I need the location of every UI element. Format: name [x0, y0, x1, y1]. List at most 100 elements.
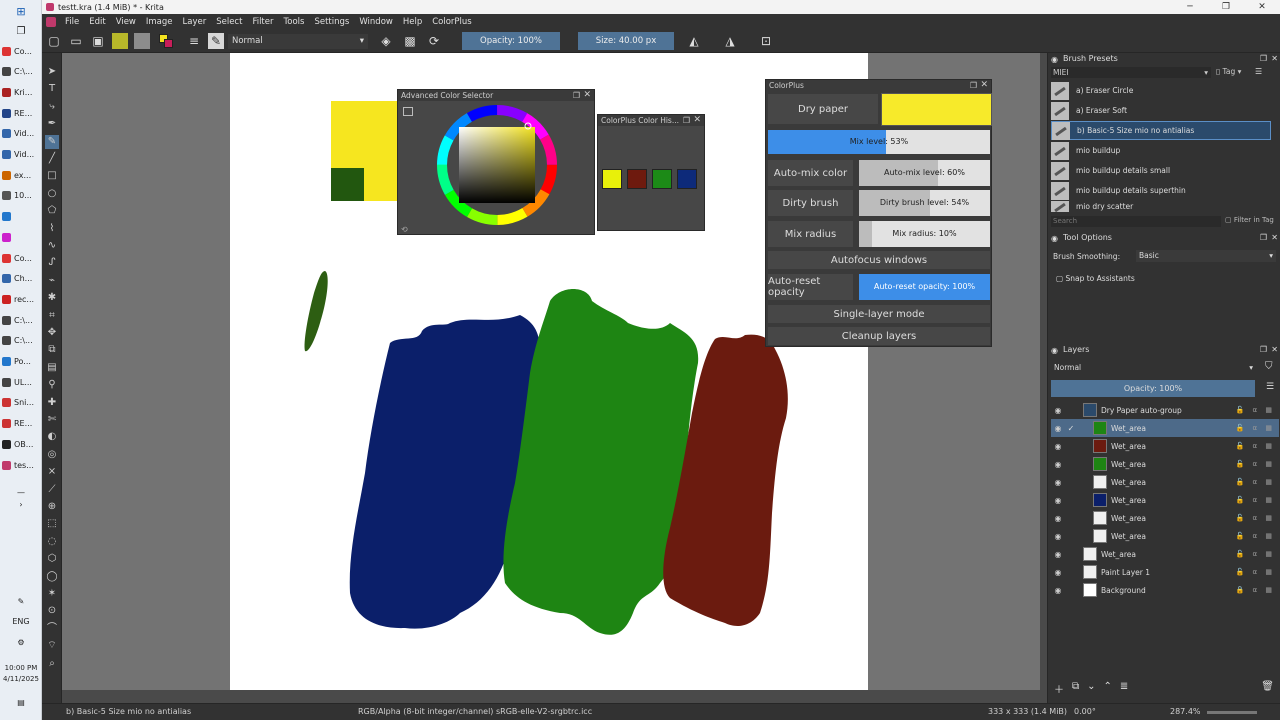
dock-grip-icon[interactable]: ◉: [1051, 233, 1058, 245]
selector-settings-icon[interactable]: [403, 107, 413, 116]
menu-tools[interactable]: Tools: [279, 17, 310, 27]
menu-image[interactable]: Image: [141, 17, 178, 27]
freehand-select-icon[interactable]: ◯: [45, 570, 59, 584]
close-icon[interactable]: ✕: [693, 115, 701, 126]
add-layer-icon[interactable]: ＋: [1054, 681, 1064, 696]
restore-button[interactable]: ❐: [1208, 0, 1244, 14]
taskbar-app-item[interactable]: Co...: [2, 42, 40, 60]
reload-preset-icon[interactable]: ⟳: [426, 33, 442, 49]
taskbar-app-item[interactable]: C:\...: [2, 332, 40, 350]
auto-reset-opacity-slider[interactable]: Auto-reset opacity: 100%: [859, 274, 990, 300]
layer-row[interactable]: ◉ Wet_area 🔓 α ▦: [1051, 491, 1279, 509]
notifications-icon[interactable]: ▤: [2, 693, 40, 711]
close-icon[interactable]: ✕: [1271, 53, 1278, 65]
float-icon[interactable]: ❐: [1260, 344, 1267, 356]
reference-images-icon[interactable]: ⊕: [45, 500, 59, 514]
bezier-select-icon[interactable]: ⌒: [45, 622, 59, 636]
filter-in-tag-checkbox[interactable]: ▢ Filter in Tag: [1225, 216, 1274, 224]
status-color-space[interactable]: RGB/Alpha (8-bit integer/channel) sRGB-e…: [358, 707, 592, 716]
save-icon[interactable]: ▣: [90, 33, 106, 49]
ellipse-tool-icon[interactable]: ○: [45, 187, 59, 201]
polygon-tool-icon[interactable]: ⬠: [45, 204, 59, 218]
dock-grip-icon[interactable]: ◉: [1051, 54, 1058, 66]
layer-row[interactable]: ◉ Background 🔒 α ▦: [1051, 581, 1279, 599]
multibrush-icon[interactable]: ✱: [45, 291, 59, 305]
brush-preset-icon[interactable]: ✎: [208, 33, 224, 49]
gradient-tool-icon[interactable]: ▤: [45, 361, 59, 375]
ellipse-select-icon[interactable]: ◌: [45, 535, 59, 549]
view-mode-icon[interactable]: ☰: [1255, 67, 1262, 76]
visibility-eye-icon[interactable]: ◉: [1051, 568, 1065, 577]
taskbar-app-item[interactable]: Po...: [2, 353, 40, 371]
taskbar-app-item[interactable]: 10...: [2, 187, 40, 205]
eraser-icon[interactable]: ◈: [378, 33, 394, 49]
rectangle-tool-icon[interactable]: □: [45, 169, 59, 183]
layer-row[interactable]: ◉ Wet_area 🔓 α ▦: [1051, 437, 1279, 455]
brush-preset-item[interactable]: a) Eraser Circle: [1051, 81, 1271, 100]
clock-date[interactable]: 4/11/2025: [2, 670, 40, 688]
auto-mix-color-button[interactable]: Auto-mix color: [768, 160, 853, 186]
layer-property-icons[interactable]: 🔓 α ▦: [1236, 568, 1275, 576]
wrap-around-icon[interactable]: ⊡: [758, 33, 774, 49]
freehand-path-icon[interactable]: ᔑ: [45, 256, 59, 270]
menu-filter[interactable]: Filter: [247, 17, 278, 27]
mix-radius-slider[interactable]: Mix radius: 10%: [859, 221, 990, 247]
layer-properties-icon[interactable]: ≣: [1120, 681, 1128, 695]
preserve-alpha-icon[interactable]: ▩: [402, 33, 418, 49]
layer-property-icons[interactable]: 🔓 α ▦: [1236, 532, 1275, 540]
layer-property-icons[interactable]: 🔒 α ▦: [1236, 586, 1275, 594]
mix-level-slider[interactable]: Mix level: 53%: [768, 130, 990, 154]
float-restore-icon[interactable]: ❐: [573, 90, 580, 101]
status-rotation[interactable]: 0.00°: [1074, 707, 1096, 716]
brush-preset-item[interactable]: mio buildup details superthin: [1051, 181, 1271, 200]
app-menu-icon[interactable]: [46, 16, 56, 27]
layer-property-icons[interactable]: 🔓 α ▦: [1236, 442, 1275, 450]
taskbar-app-item[interactable]: C:\...: [2, 63, 40, 81]
enclose-fill-icon[interactable]: ◎: [45, 448, 59, 462]
taskbar-app-item[interactable]: Kri...: [2, 83, 40, 101]
color-picker-icon[interactable]: ⚲: [45, 378, 59, 392]
close-icon[interactable]: ✕: [1271, 232, 1278, 244]
mirror-vertical-icon[interactable]: ◮: [722, 33, 738, 49]
brush-search-input[interactable]: Search: [1051, 216, 1221, 227]
float-restore-icon[interactable]: ❐: [970, 80, 977, 91]
foreground-background-color-icon[interactable]: [158, 33, 174, 49]
move-tool-icon[interactable]: ✥: [45, 326, 59, 340]
select-shapes-icon[interactable]: ➤: [45, 65, 59, 79]
menu-help[interactable]: Help: [398, 17, 427, 27]
bezier-tool-icon[interactable]: ∿: [45, 239, 59, 253]
taskbar-app-item[interactable]: OB...: [2, 435, 40, 453]
tag-filter-select[interactable]: MIEI ▾: [1051, 67, 1211, 78]
dry-paper-button[interactable]: Dry paper: [768, 94, 878, 124]
layer-row[interactable]: ◉ Wet_area 🔓 α ▦: [1051, 455, 1279, 473]
layer-row[interactable]: ◉ Wet_area 🔓 α ▦: [1051, 473, 1279, 491]
taskbar-app-item[interactable]: Sni...: [2, 394, 40, 412]
layer-row[interactable]: ◉ ✓ Wet_area 🔓 α ▦: [1051, 419, 1279, 437]
taskbar-app-item[interactable]: Co...: [2, 249, 40, 267]
visibility-eye-icon[interactable]: ◉: [1051, 496, 1065, 505]
mix-radius-button[interactable]: Mix radius: [768, 221, 853, 247]
close-icon[interactable]: ✕: [980, 80, 988, 91]
layer-row[interactable]: ◉ Wet_area 🔓 α ▦: [1051, 509, 1279, 527]
visibility-eye-icon[interactable]: ◉: [1051, 424, 1065, 433]
history-swatch[interactable]: [602, 169, 622, 189]
dirty-brush-level-slider[interactable]: Dirty brush level: 54%: [859, 190, 990, 216]
menu-layer[interactable]: Layer: [178, 17, 212, 27]
minimize-button[interactable]: ─: [1172, 0, 1208, 14]
freehand-brush-icon[interactable]: ✎: [45, 134, 59, 149]
float-restore-icon[interactable]: ❐: [683, 115, 690, 126]
visibility-eye-icon[interactable]: ◉: [1051, 406, 1065, 415]
taskbar-app-item[interactable]: rec...: [2, 290, 40, 308]
hue-ring-triangle-selector[interactable]: [434, 102, 560, 228]
layer-row[interactable]: ◉ Wet_area 🔓 α ▦: [1051, 527, 1279, 545]
layer-opacity-slider[interactable]: Opacity: 100%: [1051, 380, 1255, 397]
layer-property-icons[interactable]: 🔓 α ▦: [1236, 460, 1275, 468]
task-view-icon[interactable]: ❐: [2, 22, 40, 40]
dry-paper-color-swatch[interactable]: [881, 93, 992, 126]
pen-icon[interactable]: ✎: [2, 592, 40, 610]
transform-tool-icon[interactable]: ⧉: [45, 343, 59, 357]
calligraphy-icon[interactable]: ✒: [45, 117, 59, 131]
windows-start-icon[interactable]: ⊞: [2, 2, 40, 20]
mirror-horizontal-icon[interactable]: ◭: [686, 33, 702, 49]
zoom-tool-icon[interactable]: ⌕: [45, 657, 59, 671]
